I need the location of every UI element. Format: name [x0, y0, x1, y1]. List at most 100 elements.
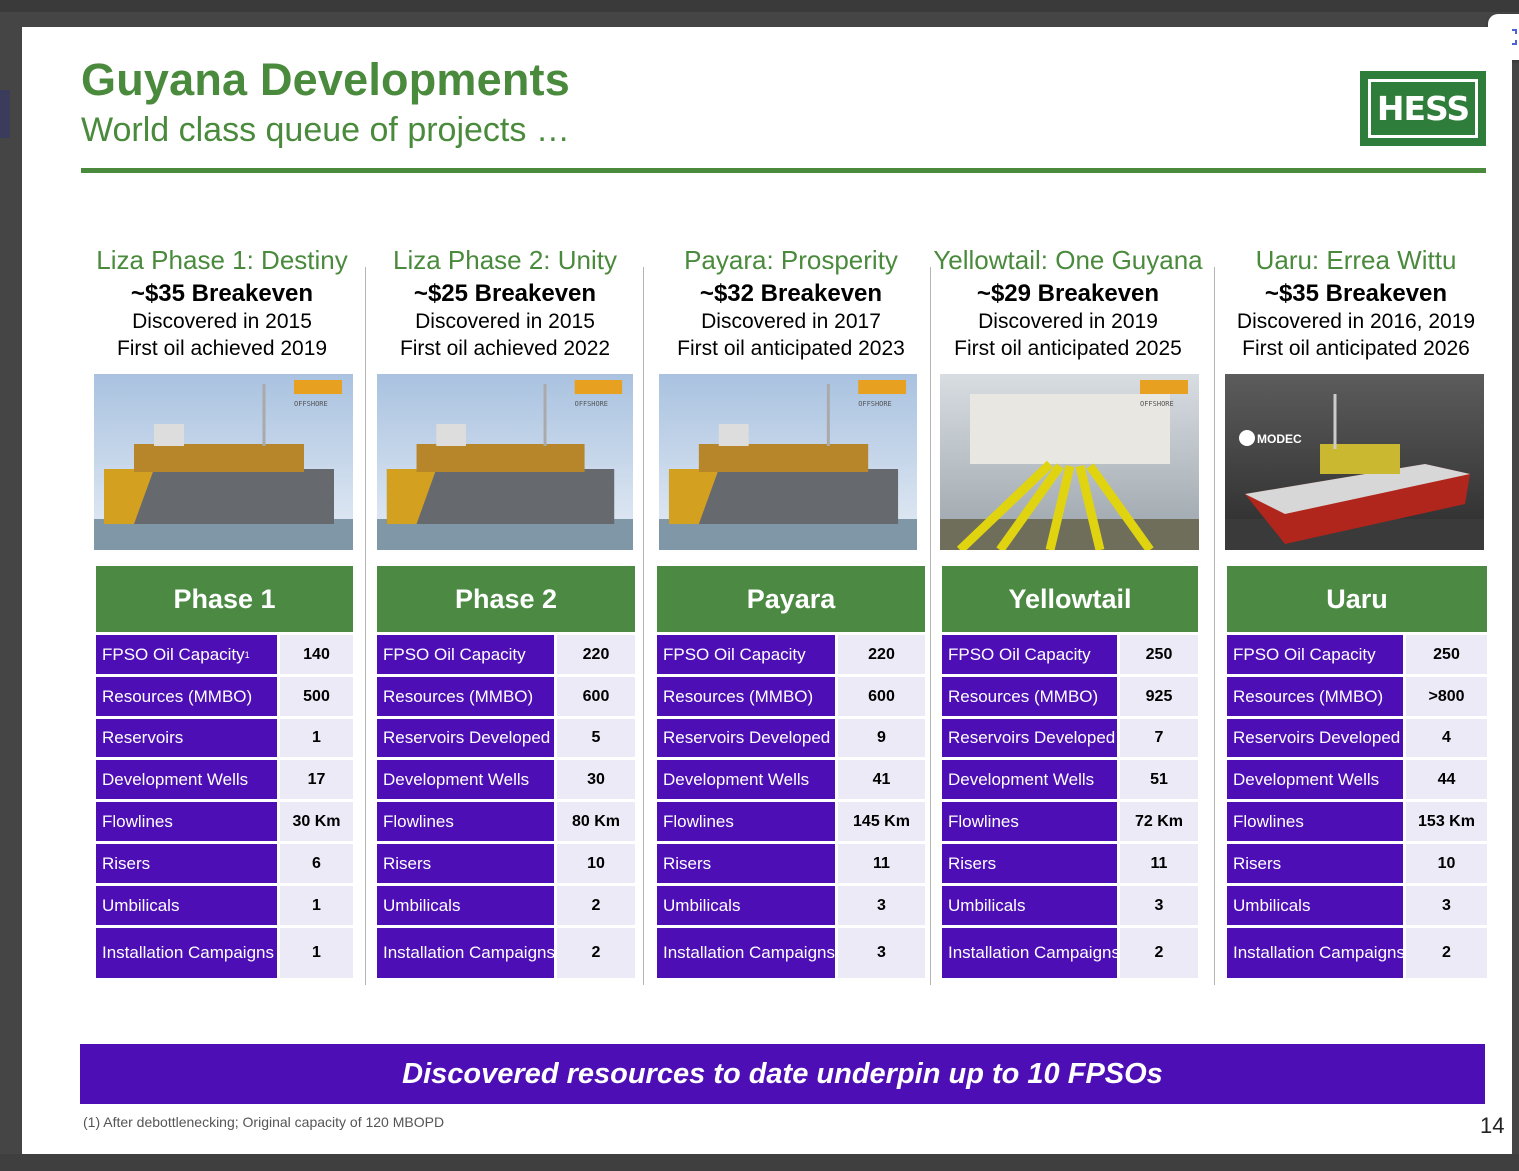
row-value: 3 — [1120, 886, 1198, 925]
row-label: Risers — [102, 853, 151, 873]
table-row: Development Wells 41 — [657, 760, 925, 799]
row-label: Installation Campaigns — [948, 943, 1120, 962]
table-row: Installation Campaigns 2 — [1227, 928, 1487, 978]
row-value: 2 — [557, 886, 635, 925]
row-label-cell: Resources (MMBO) — [96, 677, 277, 716]
row-value: 11 — [1120, 844, 1198, 883]
row-value: 41 — [838, 760, 925, 799]
table-row: Development Wells 30 — [377, 760, 635, 799]
table-row: Reservoirs 1 — [96, 719, 353, 757]
row-label: Risers — [383, 853, 432, 873]
row-value: 925 — [1120, 677, 1198, 716]
footnote: (1) After debottlenecking; Original capa… — [83, 1114, 445, 1130]
project-name: Liza Phase 2: Unity — [392, 245, 617, 275]
row-label: Resources (MMBO) — [1233, 686, 1384, 706]
table-row: Reservoirs Developed 9 — [657, 719, 925, 757]
row-value: >800 — [1406, 677, 1487, 716]
table-row: Umbilicals 3 — [657, 886, 925, 925]
row-label-cell: Flowlines — [1227, 802, 1403, 841]
row-value: 600 — [838, 677, 925, 716]
row-label-cell: FPSO Oil Capacity 1 — [96, 635, 277, 674]
viewer-top-bar — [0, 0, 1519, 12]
row-label-cell: Risers — [96, 844, 277, 883]
row-label-cell: Umbilicals — [1227, 886, 1403, 925]
table-row: Umbilicals 2 — [377, 886, 635, 925]
row-label: Risers — [663, 853, 712, 873]
row-label: Risers — [1233, 853, 1282, 873]
row-label-cell: Development Wells — [1227, 760, 1403, 799]
project-spec-table: Uaru FPSO Oil Capacity 250 Resources (MM… — [1227, 566, 1487, 978]
page-number: 14 — [1480, 1113, 1505, 1138]
row-value: 1 — [280, 719, 353, 757]
svg-text:OFFSHORE: OFFSHORE — [858, 400, 892, 408]
table-title: Payara — [657, 566, 925, 632]
row-label: FPSO Oil Capacity — [1233, 644, 1376, 664]
row-label: Umbilicals — [102, 895, 180, 915]
row-label: Flowlines — [948, 811, 1019, 831]
row-label-cell: Installation Campaigns — [377, 928, 555, 978]
project-discovered: Discovered in 2015 — [415, 310, 595, 333]
table-row: Installation Campaigns 2 — [377, 928, 635, 978]
table-row: Resources (MMBO) 500 — [96, 677, 353, 716]
project-spec-table: Payara FPSO Oil Capacity 220 Resources (… — [657, 566, 925, 978]
table-row: Installation Campaigns 3 — [657, 928, 925, 978]
row-value: 250 — [1406, 635, 1487, 674]
row-label: Umbilicals — [948, 895, 1026, 915]
row-label-cell: Reservoirs Developed — [942, 719, 1117, 757]
project-spec-table: Phase 2 FPSO Oil Capacity 220 Resources … — [377, 566, 635, 978]
table-title: Uaru — [1227, 566, 1487, 632]
row-label: Reservoirs Developed — [663, 728, 831, 747]
row-value: 51 — [1120, 760, 1198, 799]
row-label-cell: Reservoirs Developed — [657, 719, 835, 757]
row-label-cell: Reservoirs Developed — [1227, 719, 1403, 757]
table-row: Risers 11 — [942, 844, 1198, 883]
fpso-vessel-image: MODEC — [1225, 374, 1484, 550]
table-row: FPSO Oil Capacity 250 — [942, 635, 1198, 674]
row-label-cell: Installation Campaigns — [942, 928, 1120, 978]
column-divider — [643, 267, 644, 985]
modec-badge: MODEC — [1239, 430, 1302, 446]
project-header: Yellowtail: One Guyana ~$29 Breakeven Di… — [927, 245, 1209, 362]
hess-logo: HESS — [1360, 71, 1486, 146]
slide-title: Guyana Developments — [81, 54, 570, 105]
row-value: 2 — [1120, 928, 1198, 978]
project-spec-table: Yellowtail FPSO Oil Capacity 250 Resourc… — [942, 566, 1198, 978]
row-value: 4 — [1406, 719, 1487, 757]
project-discovered: Discovered in 2016, 2019 — [1236, 310, 1476, 333]
row-label: Risers — [948, 853, 997, 873]
row-value: 153 Km — [1406, 802, 1487, 841]
project-discovered: Discovered in 2019 — [978, 310, 1158, 333]
row-value: 600 — [557, 677, 635, 716]
column-divider — [365, 267, 366, 985]
fpso-vessel-image: OFFSHORE — [659, 374, 917, 550]
project-first-oil: First oil anticipated 2023 — [677, 337, 905, 360]
column-divider — [930, 267, 931, 985]
row-label: FPSO Oil Capacity — [663, 644, 806, 664]
table-row: FPSO Oil Capacity 220 — [657, 635, 925, 674]
column-divider — [1214, 267, 1215, 985]
project-first-oil: First oil achieved 2022 — [399, 337, 611, 360]
row-value: 9 — [838, 719, 925, 757]
row-value: 11 — [838, 844, 925, 883]
row-label-cell: Reservoirs Developed — [377, 719, 554, 757]
row-value: 500 — [280, 677, 353, 716]
project-breakeven: ~$35 Breakeven — [130, 280, 314, 307]
table-row: Umbilicals 3 — [942, 886, 1198, 925]
table-row: Umbilicals 3 — [1227, 886, 1487, 925]
table-row: Development Wells 51 — [942, 760, 1198, 799]
row-label-cell: Reservoirs — [96, 719, 277, 757]
row-label: Installation Campaigns — [383, 943, 555, 962]
row-value: 140 — [280, 635, 353, 674]
viewer-left-strip — [0, 90, 10, 138]
table-row: Reservoirs Developed 4 — [1227, 719, 1487, 757]
row-label-cell: FPSO Oil Capacity — [1227, 635, 1403, 674]
project-header: Liza Phase 1: Destiny ~$35 Breakeven Dis… — [82, 245, 362, 362]
row-label-cell: Resources (MMBO) — [657, 677, 835, 716]
footnote-marker: 1 — [244, 649, 250, 660]
row-value: 30 — [557, 760, 635, 799]
fpso-vessel-image: OFFSHORE — [940, 374, 1199, 550]
logo-text: HESS — [1376, 89, 1470, 128]
row-label-cell: Flowlines — [942, 802, 1117, 841]
row-label: Reservoirs Developed — [383, 728, 551, 747]
row-label-cell: FPSO Oil Capacity — [942, 635, 1117, 674]
